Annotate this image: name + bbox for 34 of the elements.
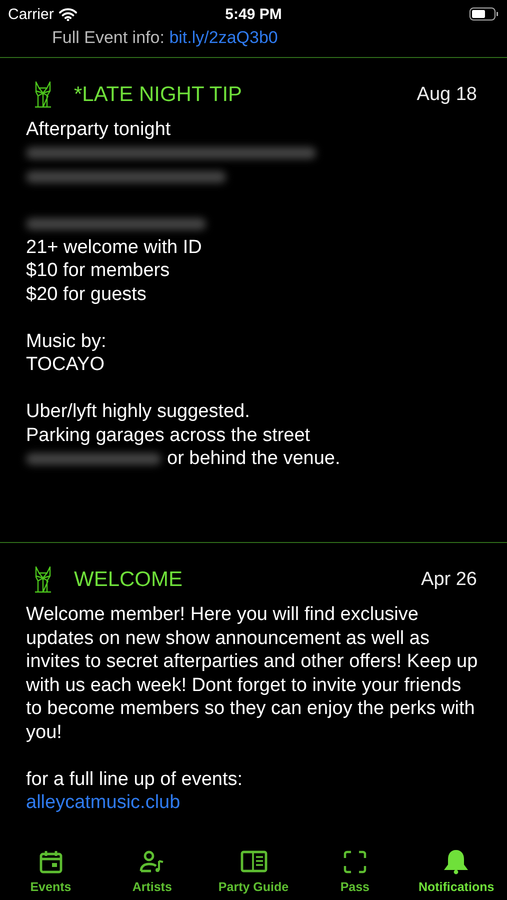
battery-icon [469, 7, 499, 21]
body-text: TOCAYO [26, 353, 106, 376]
tab-item[interactable]: Events [0, 834, 102, 894]
bell-icon [444, 849, 468, 875]
body-text: Music by: [26, 330, 108, 353]
calendar-icon [38, 849, 64, 875]
body-text: Afterparty tonight [26, 118, 172, 142]
clock-time: 5:49 PM [224, 6, 283, 22]
body-text: or behind the venue. [167, 447, 340, 470]
body-text: Uber/lyft highly suggested. [26, 400, 251, 424]
tab-item[interactable]: Pass [304, 834, 406, 894]
wifi-icon [58, 8, 77, 20]
post-title: WELCOME [74, 568, 183, 592]
book-icon [240, 849, 268, 875]
website-link[interactable]: alleycatmusic.club [26, 791, 478, 814]
body-text: $10 for members [26, 259, 171, 282]
event-link[interactable]: bit.ly/2zaQ3b0 [169, 28, 278, 47]
scan-icon [342, 849, 368, 875]
person-music-icon [139, 849, 166, 875]
cat-icon [32, 566, 54, 594]
tab-item[interactable]: Notifications [406, 834, 507, 894]
body-text: Welcome member! Here you will find exclusive updates on new show announcement as well as invites to secret afterparties and other offers! Keep up with us each week! Dont forget to invite your friends to become members so they can enjoy the perks with you! [26, 603, 478, 744]
body-text: Parking garages across the street [26, 424, 312, 447]
post-title: *LATE NIGHT TIP [74, 83, 242, 107]
post-date: Apr 26 [421, 569, 477, 591]
body-text: 21+ welcome with ID [26, 236, 203, 259]
body-text: for a full line up of events: [26, 768, 244, 791]
info-label: Full Event info: [52, 28, 164, 47]
tab-item[interactable]: Artists [101, 834, 203, 894]
tab-item[interactable]: Party Guide [202, 834, 304, 894]
body-text: $20 for guests [26, 282, 148, 306]
cat-icon [32, 81, 54, 109]
carrier-label: Carrier [8, 6, 54, 22]
post-date: Aug 18 [416, 84, 477, 106]
